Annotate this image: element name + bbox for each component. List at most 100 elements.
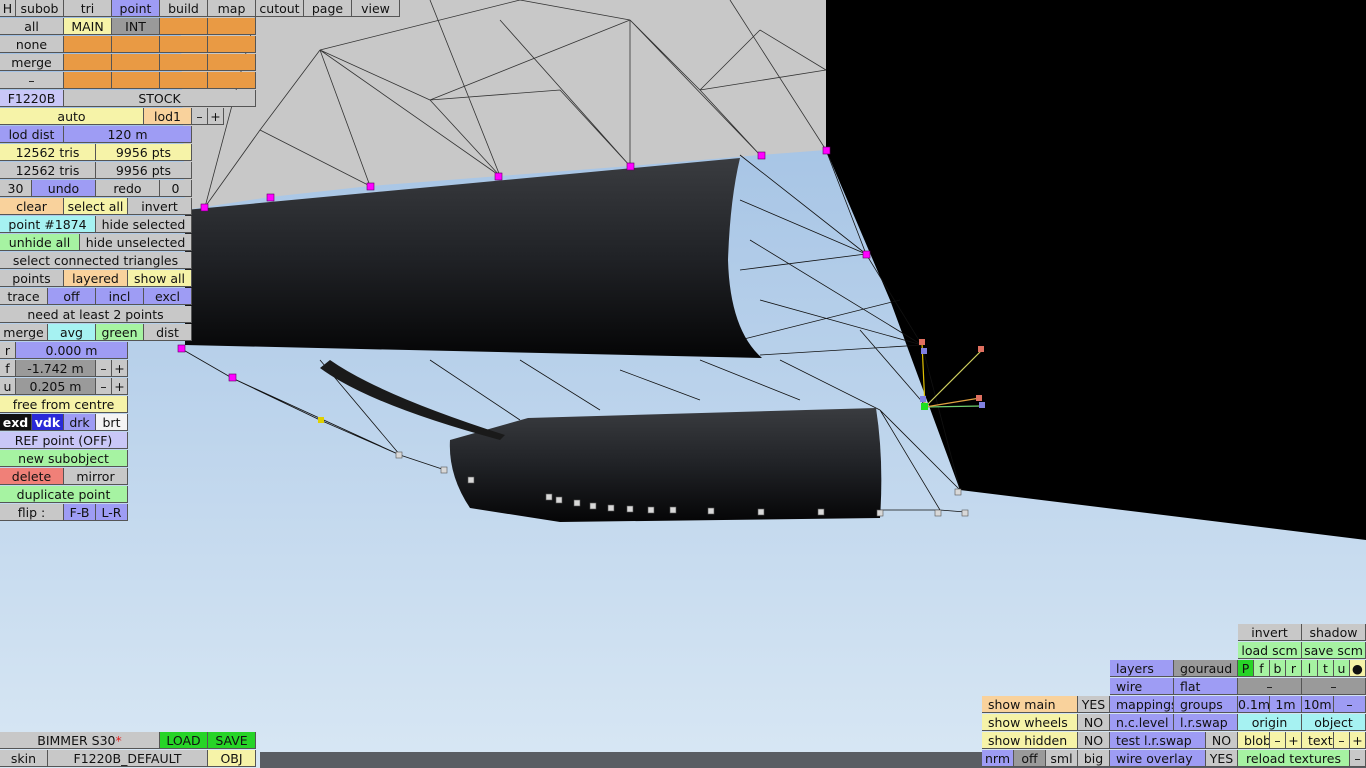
redo-button[interactable]: redo	[96, 180, 160, 197]
coord-u-value[interactable]: 0.205 m	[16, 378, 96, 395]
exd-button[interactable]: exd	[0, 414, 32, 431]
menu-page[interactable]: page	[304, 0, 352, 17]
skin-name[interactable]: F1220B_DEFAULT	[48, 750, 208, 767]
layer-slot[interactable]	[112, 54, 160, 71]
blob-minus-button[interactable]: –	[1270, 732, 1286, 749]
menu-point[interactable]: point	[112, 0, 160, 17]
coord-u-minus[interactable]: –	[96, 378, 112, 395]
invert-render-button[interactable]: invert	[1238, 624, 1302, 641]
vdk-button[interactable]: vdk	[32, 414, 64, 431]
text-minus-button[interactable]: –	[1334, 732, 1350, 749]
delete-button[interactable]: delete	[0, 468, 64, 485]
show-hidden-toggle[interactable]: NO	[1078, 732, 1110, 749]
layers-render-button[interactable]: layers	[1110, 660, 1174, 677]
duplicate-point-button[interactable]: duplicate point	[0, 486, 128, 503]
lod-current[interactable]: lod1	[144, 108, 192, 125]
flip-lr-button[interactable]: L-R	[96, 504, 128, 521]
yellow-point[interactable]	[318, 417, 324, 423]
undo-button[interactable]: undo	[32, 180, 96, 197]
points-button[interactable]: points	[0, 270, 64, 287]
layer-slot[interactable]	[208, 36, 256, 53]
view-p-button[interactable]: P	[1238, 660, 1254, 677]
mirror-button[interactable]: mirror	[64, 468, 128, 485]
layer-slot[interactable]	[112, 72, 160, 89]
merge-dist-button[interactable]: dist	[144, 324, 192, 341]
hide-selected-button[interactable]: hide selected	[96, 216, 192, 233]
layer-slot[interactable]	[208, 72, 256, 89]
coord-r-value[interactable]: 0.000 m	[16, 342, 128, 359]
flat-button[interactable]: flat	[1174, 678, 1238, 695]
clear-button[interactable]: clear	[0, 198, 64, 215]
menu-map[interactable]: map	[208, 0, 256, 17]
mappings-button[interactable]: mappings	[1110, 696, 1174, 713]
lr-swap-button[interactable]: l.r.swap	[1174, 714, 1238, 731]
gouraud-button[interactable]: gouraud	[1174, 660, 1238, 677]
menu-build[interactable]: build	[160, 0, 208, 17]
grid-minus-button[interactable]: –	[1334, 696, 1366, 713]
free-from-centre-button[interactable]: free from centre	[0, 396, 128, 413]
coord-f-plus[interactable]: +	[112, 360, 128, 377]
flip-fb-button[interactable]: F-B	[64, 504, 96, 521]
new-subobject-button[interactable]: new subobject	[0, 450, 128, 467]
big-button[interactable]: big	[1078, 750, 1110, 767]
nc-level-button[interactable]: n.c.level	[1110, 714, 1174, 731]
show-all-button[interactable]: show all	[128, 270, 192, 287]
ref-point-button[interactable]: REF point (OFF)	[0, 432, 128, 449]
layer-slot[interactable]	[64, 72, 112, 89]
show-main-toggle[interactable]: YES	[1078, 696, 1110, 713]
layer-slot[interactable]	[112, 36, 160, 53]
menu-cutout[interactable]: cutout	[256, 0, 304, 17]
layer-slot[interactable]	[160, 36, 208, 53]
view-u-button[interactable]: u	[1334, 660, 1350, 677]
layer-slot[interactable]	[160, 72, 208, 89]
off-button[interactable]: off	[1014, 750, 1046, 767]
grid-10m-button[interactable]: 10m	[1302, 696, 1334, 713]
lod-dist-value[interactable]: 120 m	[64, 126, 192, 143]
layer-main[interactable]: MAIN	[64, 18, 112, 35]
menu-tri[interactable]: tri	[64, 0, 112, 17]
trace-incl-button[interactable]: incl	[96, 288, 144, 305]
view-r-button[interactable]: r	[1286, 660, 1302, 677]
lod-minus-button[interactable]: –	[192, 108, 208, 125]
coord-f-value[interactable]: -1.742 m	[16, 360, 96, 377]
merge-avg-button[interactable]: avg	[48, 324, 96, 341]
test-lr-swap-toggle[interactable]: NO	[1206, 732, 1238, 749]
h-button[interactable]: H	[0, 0, 16, 17]
merge-button[interactable]: merge	[0, 324, 48, 341]
layer-slot[interactable]	[64, 54, 112, 71]
wire-button[interactable]: wire	[1110, 678, 1174, 695]
drk-button[interactable]: drk	[64, 414, 96, 431]
reload-minus-button[interactable]: –	[1350, 750, 1366, 767]
view-b-button[interactable]: b	[1270, 660, 1286, 677]
view-t-button[interactable]: t	[1318, 660, 1334, 677]
layer-slot[interactable]	[208, 54, 256, 71]
select-connected-button[interactable]: select connected triangles	[0, 252, 192, 269]
show-wheels-toggle[interactable]: NO	[1078, 714, 1110, 731]
load-button[interactable]: LOAD	[160, 732, 208, 749]
obj-button[interactable]: OBJ	[208, 750, 256, 767]
grid-01m-button[interactable]: 0.1m	[1238, 696, 1270, 713]
model-name[interactable]: F1220B	[0, 90, 64, 107]
coord-f-minus[interactable]: –	[96, 360, 112, 377]
layer-slot[interactable]	[160, 18, 208, 35]
layer-slot[interactable]	[64, 36, 112, 53]
layer-int[interactable]: INT	[112, 18, 160, 35]
sml-button[interactable]: sml	[1046, 750, 1078, 767]
dash-button[interactable]: –	[1238, 678, 1302, 695]
dash-button-2[interactable]: –	[1302, 678, 1366, 695]
layer-dash-button[interactable]: –	[0, 72, 64, 89]
shadow-button[interactable]: shadow	[1302, 624, 1366, 641]
origin-button[interactable]: origin	[1238, 714, 1302, 731]
layer-none-button[interactable]: none	[0, 36, 64, 53]
wire-overlay-toggle[interactable]: YES	[1206, 750, 1238, 767]
lod-plus-button[interactable]: +	[208, 108, 224, 125]
nrm-button[interactable]: nrm	[982, 750, 1014, 767]
save-scm-button[interactable]: save scm	[1302, 642, 1366, 659]
trace-off-button[interactable]: off	[48, 288, 96, 305]
menu-view[interactable]: view	[352, 0, 400, 17]
groups-button[interactable]: groups	[1174, 696, 1238, 713]
text-plus-button[interactable]: +	[1350, 732, 1366, 749]
view-l-button[interactable]: l	[1302, 660, 1318, 677]
model-variant[interactable]: STOCK	[64, 90, 256, 107]
view-f-button[interactable]: f	[1254, 660, 1270, 677]
